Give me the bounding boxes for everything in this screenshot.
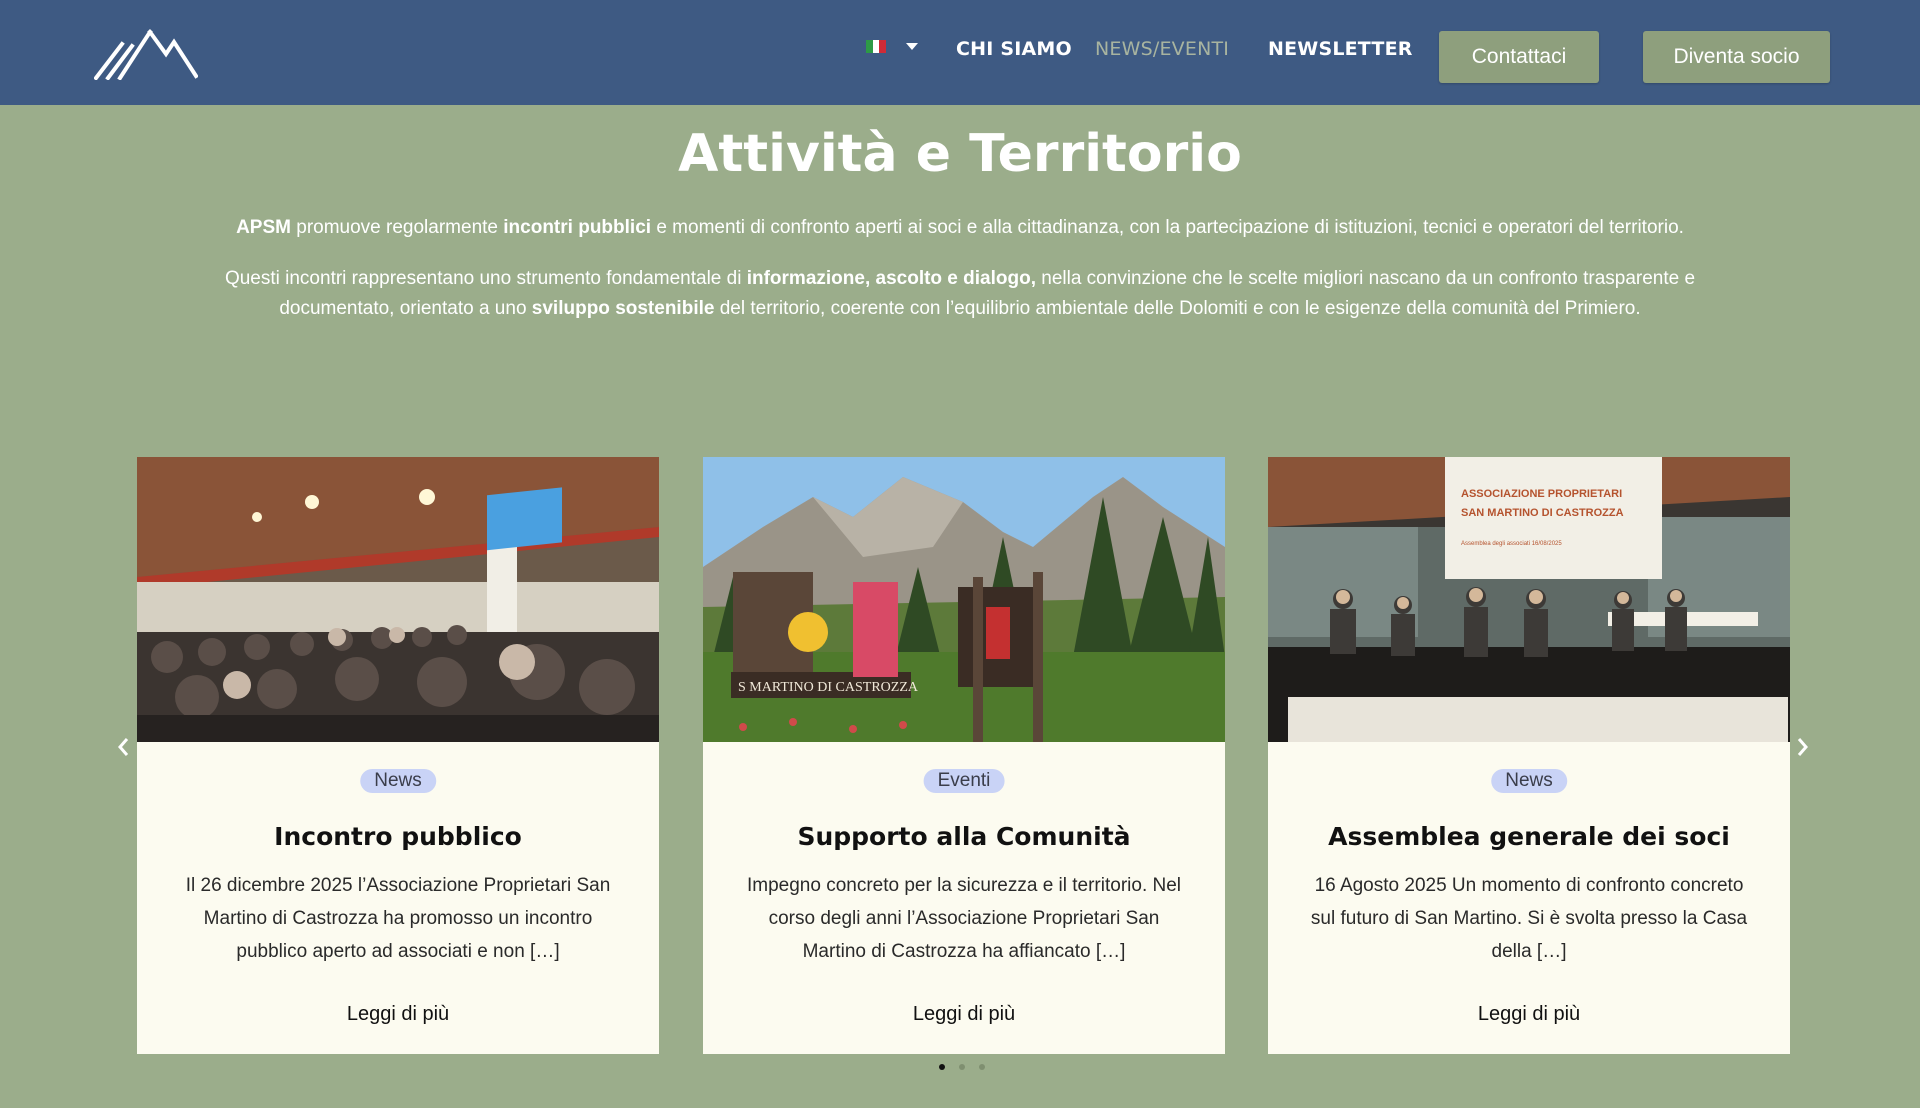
mountain-logo[interactable] bbox=[94, 26, 198, 80]
card-excerpt: Il 26 dicembre 2025 l’Associazione Propr… bbox=[185, 875, 611, 962]
site-header: CHI SIAMO NEWS/EVENTI NEWSLETTER Contatt… bbox=[0, 0, 1920, 105]
contact-button[interactable]: Contattaci bbox=[1439, 31, 1599, 83]
card-excerpt: 16 Agosto 2025 Un momento di confronto c… bbox=[1310, 875, 1748, 962]
chevron-right-icon[interactable] bbox=[1790, 735, 1814, 759]
carousel-dot[interactable] bbox=[939, 1064, 945, 1070]
card-title[interactable]: Incontro pubblico bbox=[137, 822, 659, 851]
card-title[interactable]: Assemblea generale dei soci bbox=[1268, 822, 1790, 851]
card-image-assembly[interactable]: ASSOCIAZIONE PROPRIETARI SAN MARTINO DI … bbox=[1268, 457, 1790, 742]
category-tag[interactable]: Eventi bbox=[923, 769, 1005, 793]
card-excerpt: Impegno concreto per la sicurezza e il t… bbox=[746, 875, 1182, 962]
news-card[interactable]: News Incontro pubblico Il 26 dicembre 20… bbox=[137, 457, 659, 1054]
page-title: Attività e Territorio bbox=[678, 124, 1242, 184]
read-more-link[interactable]: Leggi di più bbox=[1268, 1003, 1790, 1026]
chevron-left-icon[interactable] bbox=[112, 735, 136, 759]
intro-paragraph-2: Questi incontri rappresentano uno strume… bbox=[224, 268, 1696, 319]
card-title[interactable]: Supporto alla Comunità bbox=[703, 822, 1225, 851]
read-more-link[interactable]: Leggi di più bbox=[703, 1003, 1225, 1026]
news-card[interactable]: ASSOCIAZIONE PROPRIETARI SAN MARTINO DI … bbox=[1268, 457, 1790, 1054]
card-image-meeting-hall[interactable] bbox=[137, 457, 659, 742]
svg-text:Assemblea degli associati 16/0: Assemblea degli associati 16/08/2025 bbox=[1461, 541, 1562, 547]
read-more-link[interactable]: Leggi di più bbox=[137, 1003, 659, 1026]
chevron-down-icon bbox=[906, 43, 918, 50]
nav-chi-siamo[interactable]: CHI SIAMO bbox=[956, 38, 1072, 60]
category-tag[interactable]: News bbox=[1491, 769, 1567, 793]
category-tag[interactable]: News bbox=[360, 769, 436, 793]
carousel-dot[interactable] bbox=[979, 1064, 985, 1070]
language-selector[interactable] bbox=[866, 40, 918, 53]
svg-text:SAN MARTINO DI CASTROZZA: SAN MARTINO DI CASTROZZA bbox=[1461, 507, 1624, 519]
news-card[interactable]: S MARTINO DI CASTROZZA Eventi Supporto a… bbox=[703, 457, 1225, 1054]
carousel-pagination bbox=[939, 1064, 985, 1070]
intro-paragraph-1: APSM promuove regolarmente incontri pubb… bbox=[236, 217, 1684, 238]
nav-newsletter[interactable]: NEWSLETTER bbox=[1268, 38, 1413, 60]
carousel-dot[interactable] bbox=[959, 1064, 965, 1070]
italian-flag-icon bbox=[866, 40, 887, 53]
svg-text:ASSOCIAZIONE PROPRIETARI: ASSOCIAZIONE PROPRIETARI bbox=[1461, 488, 1622, 500]
become-member-button[interactable]: Diventa socio bbox=[1643, 31, 1830, 83]
svg-text:S MARTINO DI CASTROZZA: S MARTINO DI CASTROZZA bbox=[738, 680, 919, 695]
nav-news-eventi[interactable]: NEWS/EVENTI bbox=[1095, 38, 1229, 60]
card-image-mountain-sign[interactable]: S MARTINO DI CASTROZZA bbox=[703, 457, 1225, 742]
